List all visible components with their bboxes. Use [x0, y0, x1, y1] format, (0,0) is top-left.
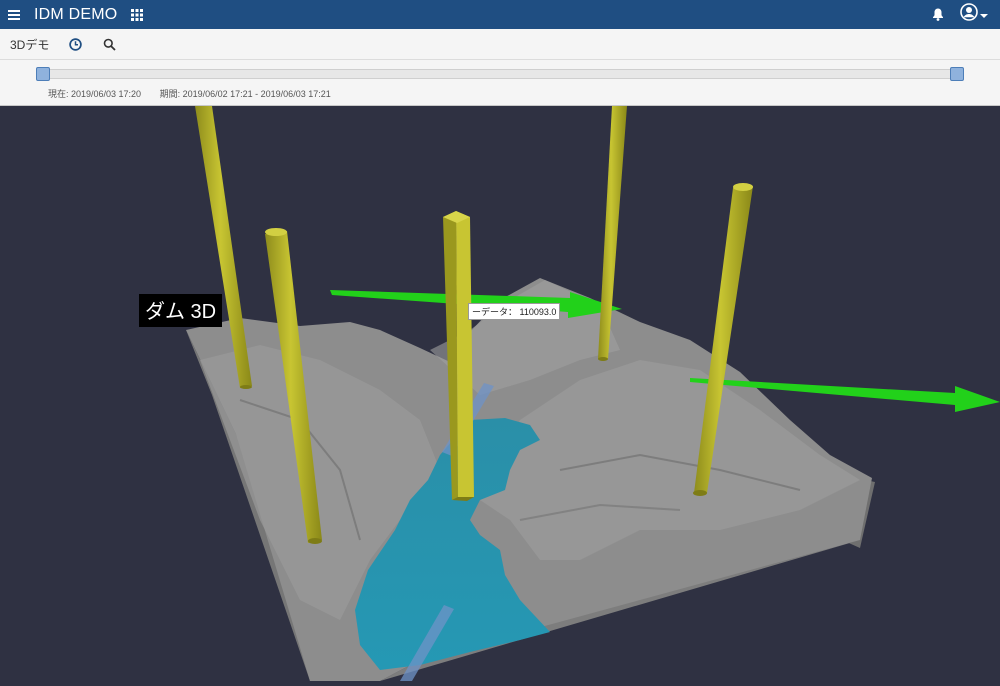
app-header: IDM DEMO [0, 0, 1000, 29]
page-title: 3Dデモ [10, 37, 50, 52]
current-time-label: 現在: 2019/06/03 17:20 [48, 89, 142, 99]
user-circle-icon [960, 3, 978, 26]
timeline-start-handle[interactable] [36, 67, 50, 81]
scene-title-label: ダム 3D [139, 294, 223, 327]
search-icon[interactable] [101, 36, 117, 52]
timeline-labels: 現在: 2019/06/03 17:20 期間: 2019/06/02 17:2… [48, 87, 347, 100]
app-title[interactable]: IDM DEMO [34, 6, 117, 24]
chevron-down-icon [978, 6, 988, 24]
clock-icon[interactable] [67, 36, 83, 52]
data-tooltip: ーデータ： 110093.0 [468, 303, 561, 320]
hamburger-menu-icon[interactable] [0, 0, 28, 29]
timeline-track[interactable] [41, 69, 958, 79]
user-menu-button[interactable] [960, 3, 988, 26]
bell-icon[interactable] [928, 5, 948, 25]
sub-toolbar: 3Dデモ [0, 29, 1000, 60]
timeline-end-handle[interactable] [950, 67, 964, 81]
3d-viewport[interactable]: ダム 3D ーデータ： 110093.0 [0, 106, 1000, 681]
period-label: 期間: 2019/06/02 17:21 - 2019/06/03 17:21 [159, 89, 331, 99]
app-grid-icon[interactable] [131, 8, 145, 22]
3d-scene-canvas[interactable] [0, 106, 1000, 681]
